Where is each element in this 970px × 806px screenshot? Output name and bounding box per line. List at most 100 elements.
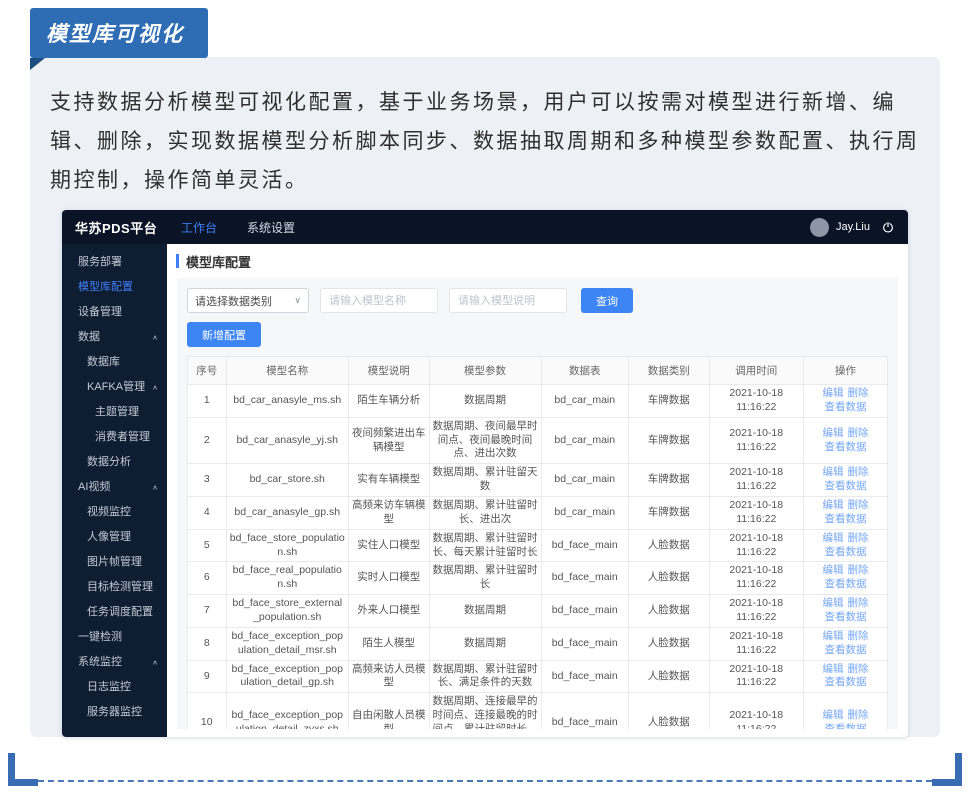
row-actions: 编辑删除查看数据 xyxy=(804,562,888,595)
model-name: bd_face_exception_population_detail_msr.… xyxy=(226,627,349,660)
model-params: 数据周期 xyxy=(429,595,541,628)
sidebar-item[interactable]: 数据∧ xyxy=(62,325,167,350)
action-查看数据[interactable]: 查看数据 xyxy=(825,513,867,525)
add-config-button[interactable]: 新增配置 xyxy=(187,322,261,347)
model-name: bd_car_anasyle_gp.sh xyxy=(226,497,349,530)
action-查看数据[interactable]: 查看数据 xyxy=(825,676,867,688)
action-编辑[interactable]: 编辑 xyxy=(823,564,844,576)
sidebar-item[interactable]: 图片帧管理 xyxy=(62,550,167,575)
action-查看数据[interactable]: 查看数据 xyxy=(825,644,867,656)
action-查看数据[interactable]: 查看数据 xyxy=(825,578,867,590)
model-params: 数据周期、累计驻留天数 xyxy=(429,464,541,497)
row-no: 10 xyxy=(188,693,227,729)
action-编辑[interactable]: 编辑 xyxy=(823,427,844,439)
sidebar-item[interactable]: 主题管理 xyxy=(62,400,167,425)
data-category: 人脸数据 xyxy=(629,529,710,562)
call-time: 2021-10-18 11:16:22 xyxy=(709,562,804,595)
action-删除[interactable]: 删除 xyxy=(848,564,869,576)
action-查看数据[interactable]: 查看数据 xyxy=(825,546,867,558)
action-编辑[interactable]: 编辑 xyxy=(823,387,844,399)
data-table: bd_face_main xyxy=(541,529,629,562)
search-button[interactable]: 查询 xyxy=(581,288,633,313)
action-编辑[interactable]: 编辑 xyxy=(823,597,844,609)
action-删除[interactable]: 删除 xyxy=(848,663,869,675)
sidebar-item[interactable]: 模型库配置 xyxy=(62,275,167,300)
sidebar-item-label: 服务部署 xyxy=(78,250,122,275)
action-查看数据[interactable]: 查看数据 xyxy=(825,611,867,623)
power-icon[interactable] xyxy=(881,220,895,234)
column-header: 调用时间 xyxy=(709,357,804,385)
sidebar-item[interactable]: 任务调度配置 xyxy=(62,600,167,625)
username: Jay.Liu xyxy=(836,221,870,233)
sidebar-item[interactable]: 服务器监控 xyxy=(62,700,167,725)
sidebar-item[interactable]: 目标检测管理 xyxy=(62,575,167,600)
model-params: 数据周期、夜间最早时间点、夜间最晚时间点、进出次数 xyxy=(429,417,541,464)
sidebar-item[interactable]: KAFKA管理∧ xyxy=(62,375,167,400)
action-编辑[interactable]: 编辑 xyxy=(823,630,844,642)
sidebar-item[interactable]: 日志监控 xyxy=(62,675,167,700)
sidebar-menu: 服务部署模型库配置设备管理数据∧数据库KAFKA管理∧主题管理消费者管理数据分析… xyxy=(62,250,167,725)
data-category: 人脸数据 xyxy=(629,562,710,595)
table-row: 3bd_car_store.sh实有车辆模型数据周期、累计驻留天数bd_car_… xyxy=(188,464,888,497)
sidebar-item-label: 数据分析 xyxy=(87,450,131,475)
sidebar-item[interactable]: 数据分析 xyxy=(62,450,167,475)
sidebar-item[interactable]: 人像管理 xyxy=(62,525,167,550)
caret-up-icon: ∧ xyxy=(152,327,158,348)
bottom-dashed-line xyxy=(38,780,932,782)
action-编辑[interactable]: 编辑 xyxy=(823,532,844,544)
sidebar-item[interactable]: 系统监控∧ xyxy=(62,650,167,675)
action-编辑[interactable]: 编辑 xyxy=(823,499,844,511)
sidebar-item[interactable]: 视频监控 xyxy=(62,500,167,525)
sidebar-item-label: 系统监控 xyxy=(78,650,122,675)
action-查看数据[interactable]: 查看数据 xyxy=(825,401,867,413)
action-查看数据[interactable]: 查看数据 xyxy=(825,723,867,729)
model-desc: 实有车辆模型 xyxy=(349,464,430,497)
action-查看数据[interactable]: 查看数据 xyxy=(825,441,867,453)
data-table: bd_car_main xyxy=(541,497,629,530)
column-header: 序号 xyxy=(188,357,227,385)
nav-item-系统设置[interactable]: 系统设置 xyxy=(247,219,295,236)
row-actions: 编辑删除查看数据 xyxy=(804,417,888,464)
action-删除[interactable]: 删除 xyxy=(848,387,869,399)
action-编辑[interactable]: 编辑 xyxy=(823,466,844,478)
table-row: 5bd_face_store_population.sh实住人口模型数据周期、累… xyxy=(188,529,888,562)
sidebar-item-label: 数据库 xyxy=(87,350,120,375)
action-删除[interactable]: 删除 xyxy=(848,466,869,478)
action-编辑[interactable]: 编辑 xyxy=(823,663,844,675)
model-desc: 外来人口模型 xyxy=(349,595,430,628)
action-编辑[interactable]: 编辑 xyxy=(823,709,844,721)
action-删除[interactable]: 删除 xyxy=(848,630,869,642)
sidebar-item[interactable]: 服务部署 xyxy=(62,250,167,275)
user-area: Jay.Liu xyxy=(810,218,908,237)
chevron-down-icon: ∨ xyxy=(294,295,301,306)
column-header: 操作 xyxy=(804,357,888,385)
sidebar-item[interactable]: AI视频∧ xyxy=(62,475,167,500)
model-desc: 实时人口模型 xyxy=(349,562,430,595)
data-table: bd_face_main xyxy=(541,693,629,729)
avatar[interactable] xyxy=(810,218,829,237)
category-select[interactable]: 请选择数据类别 ∨ xyxy=(187,288,309,313)
model-desc-input[interactable] xyxy=(449,288,567,313)
sidebar-item[interactable]: 数据库 xyxy=(62,350,167,375)
table-header-row: 序号模型名称模型说明模型参数数据表数据类别调用时间操作 xyxy=(188,357,888,385)
sidebar-item[interactable]: 一键检测 xyxy=(62,625,167,650)
sidebar-item-label: 视频监控 xyxy=(87,500,131,525)
data-table: bd_car_main xyxy=(541,464,629,497)
sidebar-item[interactable]: 设备管理 xyxy=(62,300,167,325)
action-删除[interactable]: 删除 xyxy=(848,499,869,511)
data-category: 人脸数据 xyxy=(629,660,710,693)
action-删除[interactable]: 删除 xyxy=(848,597,869,609)
data-category: 车牌数据 xyxy=(629,497,710,530)
action-删除[interactable]: 删除 xyxy=(848,532,869,544)
sidebar-item[interactable]: 消费者管理 xyxy=(62,425,167,450)
action-查看数据[interactable]: 查看数据 xyxy=(825,480,867,492)
row-no: 8 xyxy=(188,627,227,660)
action-删除[interactable]: 删除 xyxy=(848,427,869,439)
model-name: bd_face_exception_population_detail_zyxs… xyxy=(226,693,349,729)
row-actions: 编辑删除查看数据 xyxy=(804,693,888,729)
page-title: 模型库配置 xyxy=(186,252,251,271)
nav-item-工作台[interactable]: 工作台 xyxy=(181,219,217,236)
action-删除[interactable]: 删除 xyxy=(848,709,869,721)
sidebar-item-label: 人像管理 xyxy=(87,525,131,550)
model-name-input[interactable] xyxy=(320,288,438,313)
